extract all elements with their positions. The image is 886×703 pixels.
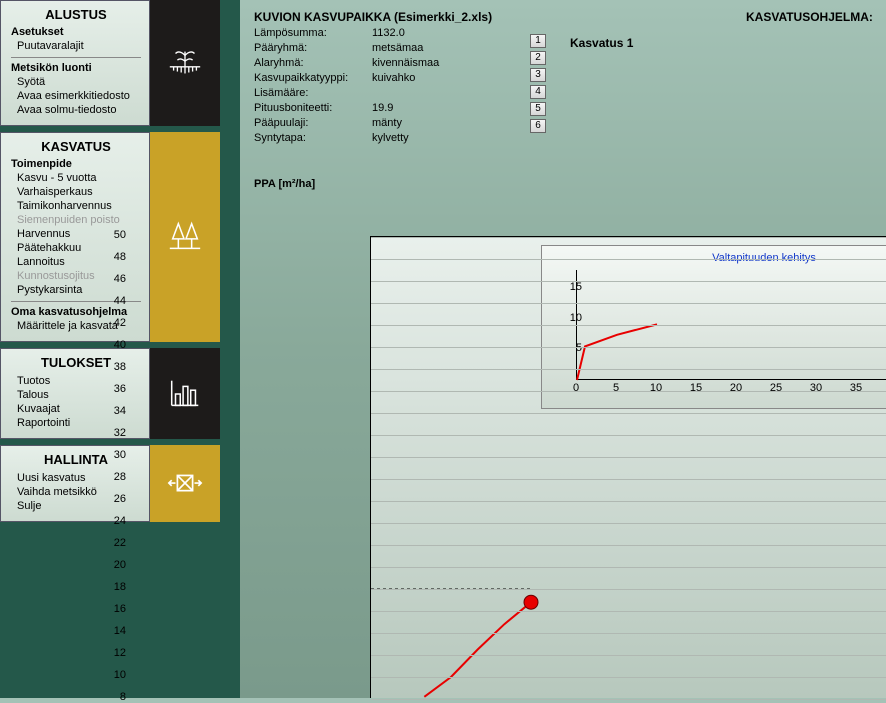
site-key: Lämpösumma: [254,26,372,41]
item-siemenpuiden: Siemenpuiden poisto [11,213,141,227]
panel-hallinta: HALLINTA Uusi kasvatus Vaihda metsikkö S… [0,445,150,522]
icon-strip-tulokset [150,348,220,439]
program-active-label: Kasvatus 1 [570,36,633,50]
item-avaa-solmu[interactable]: Avaa solmu-tiedosto [11,103,141,117]
bar-chart-icon [166,375,204,413]
item-kasvu5[interactable]: Kasvu - 5 vuotta [11,171,141,185]
panel-kasvatus: KASVATUS Toimenpide Kasvu - 5 vuotta Var… [0,132,150,342]
panel-tulokset: TULOKSET Tuotos Talous Kuvaajat Raportoi… [0,348,150,439]
icon-strip-kasvatus [150,132,220,342]
panel-sub-toimenpide: Toimenpide [11,158,141,170]
item-taimikonharvennus[interactable]: Taimikonharvennus [11,199,141,213]
divider [11,57,141,58]
panel-title-kasvatus: KASVATUS [11,139,141,154]
item-avaa-esimerkki[interactable]: Avaa esimerkkitiedosto [11,89,141,103]
panel-title-alustus: ALUSTUS [11,7,141,22]
program-buttons: 1 2 3 4 5 6 [530,34,546,133]
program-btn-4[interactable]: 4 [530,85,546,99]
inset-chart: Valtapituuden kehitys 51015 051015202530… [541,245,886,409]
icon-strip-hallinta [150,445,220,522]
main-chart: Valtapituuden kehitys 51015 051015202530… [370,236,886,698]
program-btn-1[interactable]: 1 [530,34,546,48]
program-btn-5[interactable]: 5 [530,102,546,116]
icon-strip-alustus [150,0,220,126]
program-btn-2[interactable]: 2 [530,51,546,65]
program-btn-6[interactable]: 6 [530,119,546,133]
site-val: 1132.0 [372,26,405,41]
item-syota[interactable]: Syötä [11,75,141,89]
trees-icon [166,218,204,256]
panel-sub-metsikon: Metsikön luonti [11,62,141,74]
main-area: KUVION KASVUPAIKKA (Esimerkki_2.xls) Läm… [240,0,886,698]
item-puutavaralajit[interactable]: Puutavaralajit [11,39,141,53]
navigate-icon [166,465,204,503]
panel-alustus: ALUSTUS Asetukset Puutavaralajit Metsikö… [0,0,150,126]
sprout-icon [166,44,204,82]
site-table: Lämpösumma:1132.0 Pääryhmä:metsämaa Alar… [254,26,874,146]
program-btn-3[interactable]: 3 [530,68,546,82]
chart-ylabel: PPA [m²/ha] [254,178,315,190]
item-varhaisperkaus[interactable]: Varhaisperkaus [11,185,141,199]
panel-sub-asetukset: Asetukset [11,26,141,38]
program-title: KASVATUSOHJELMA: [746,10,873,24]
inset-title: Valtapituuden kehitys [552,252,886,264]
chart-container: PPA [m²/ha] 8101214161820222426283032343… [240,178,886,698]
